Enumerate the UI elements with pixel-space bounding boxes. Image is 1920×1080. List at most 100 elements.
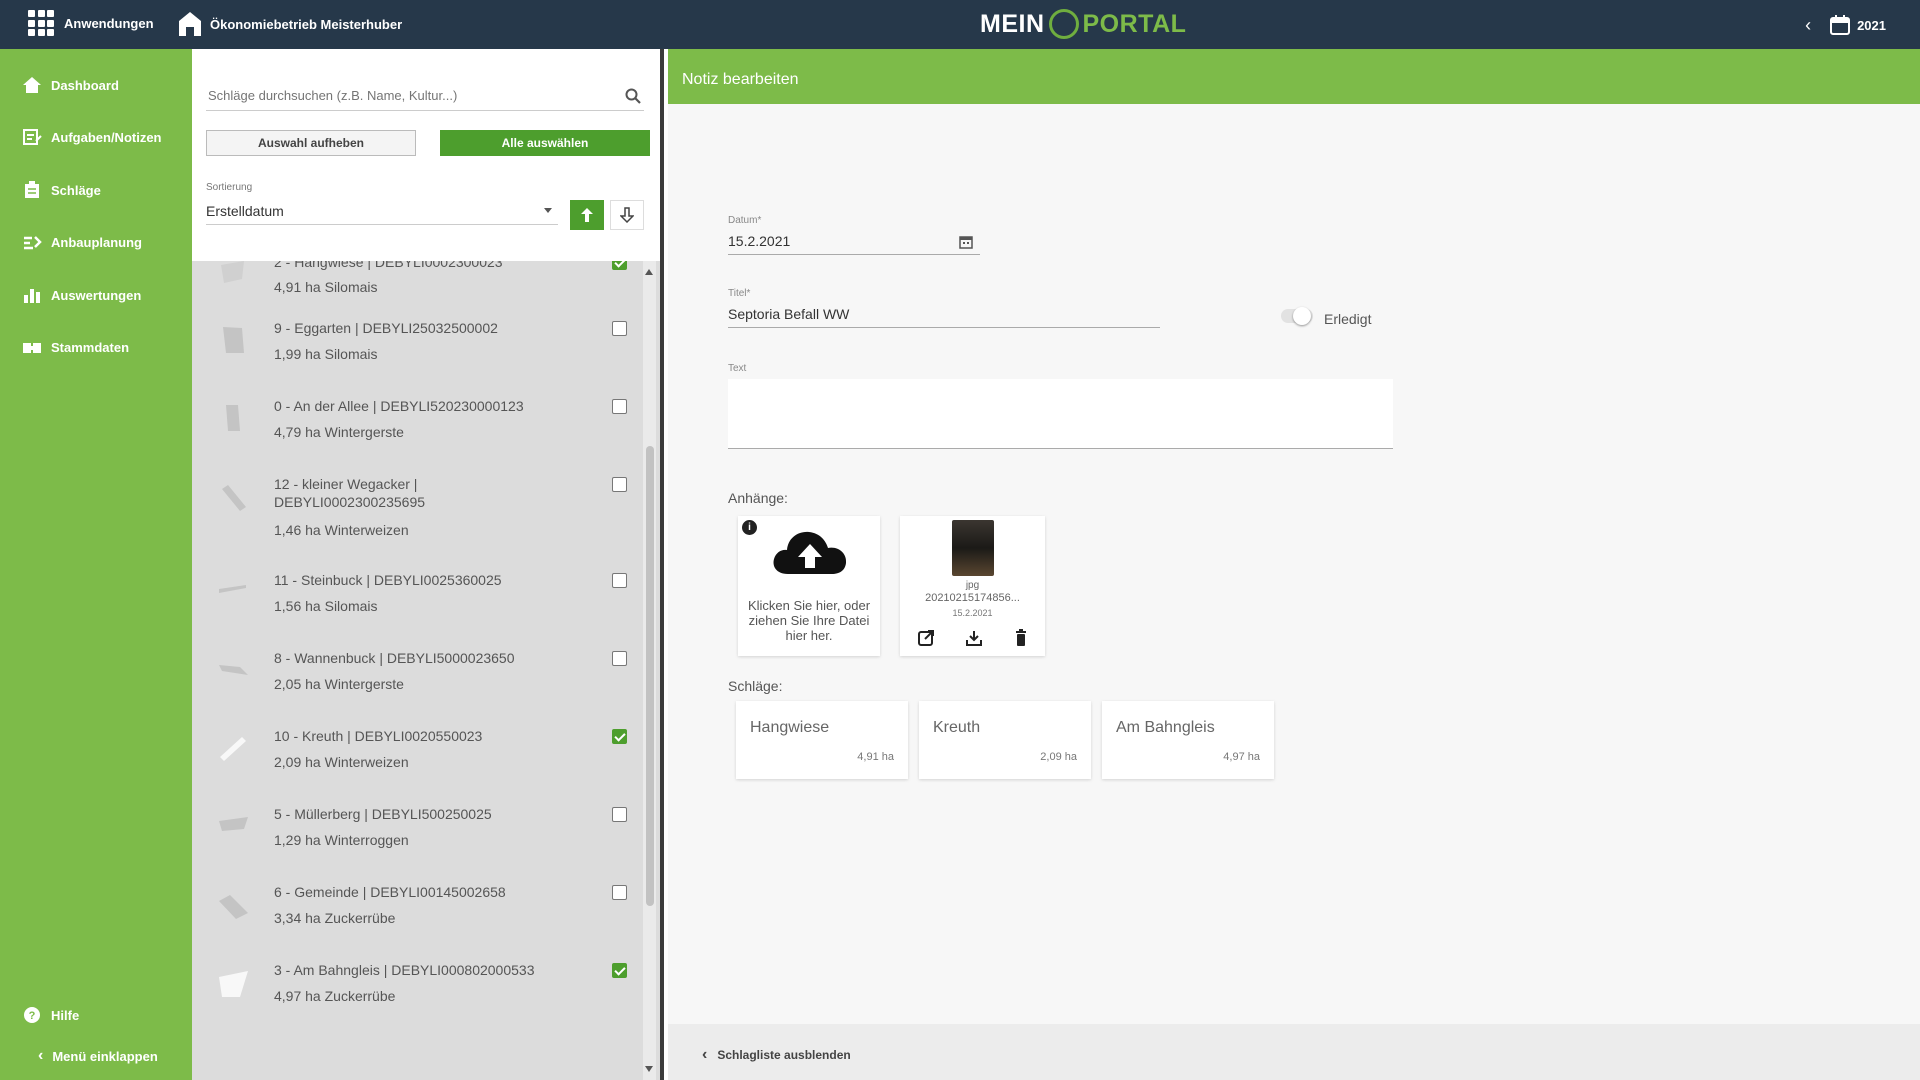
field-list-item[interactable]: 6 - Gemeinde | DEBYLI00145002658 3,34 ha… xyxy=(192,877,640,955)
field-list-item[interactable]: 10 - Kreuth | DEBYLI0020550023 2,09 ha W… xyxy=(192,721,640,799)
home-icon xyxy=(23,77,41,93)
field-list-item[interactable]: 9 - Eggarten | DEBYLI25032500002 1,99 ha… xyxy=(192,313,640,391)
field-list-item[interactable]: 0 - An der Allee | DEBYLI520230000123 4,… xyxy=(192,391,640,469)
sort-select[interactable]: Erstelldatum xyxy=(206,197,558,225)
field-name: 0 - An der Allee | DEBYLI520230000123 xyxy=(274,398,524,414)
assigned-field-card[interactable]: Kreuth 2,09 ha xyxy=(919,701,1091,779)
portal-logo: MEIN PORTAL xyxy=(980,9,1186,39)
field-search-input[interactable] xyxy=(208,88,608,103)
sort-descending-button[interactable] xyxy=(610,200,644,230)
field-list-item[interactable]: 8 - Wannenbuck | DEBYLI5000023650 2,05 h… xyxy=(192,643,640,721)
nav-item-tasks[interactable]: Aufgaben/Notizen xyxy=(22,127,162,147)
open-external-icon[interactable] xyxy=(916,628,936,648)
field-shape-icon xyxy=(219,665,248,675)
attachment-extension: jpg xyxy=(965,580,980,591)
farm-selector[interactable]: Ökonomiebetrieb Meisterhuber xyxy=(178,11,402,37)
field-area-crop: 1,56 ha Silomais xyxy=(274,598,378,614)
field-checkbox[interactable] xyxy=(612,399,627,414)
field-area-crop: 2,09 ha Winterweizen xyxy=(274,754,409,770)
field-list-item[interactable]: 2 - Hangwiese | DEBYLI0002300023 4,91 ha… xyxy=(192,261,640,313)
scroll-down-icon[interactable] xyxy=(645,1066,653,1072)
master-data-icon xyxy=(23,343,41,353)
nav-item-evaluations[interactable]: Auswertungen xyxy=(22,285,141,305)
date-field[interactable]: 15.2.2021 xyxy=(728,231,980,255)
field-name: 12 - kleiner Wegacker | DEBYLI0002300235… xyxy=(274,476,426,510)
nav-label: Auswertungen xyxy=(51,287,142,303)
field-checkbox[interactable] xyxy=(612,885,627,900)
field-checkbox[interactable] xyxy=(612,477,627,492)
clear-selection-button[interactable]: Auswahl aufheben xyxy=(206,130,416,156)
scrollbar-thumb[interactable] xyxy=(646,446,654,906)
sort-value: Erstelldatum xyxy=(206,202,284,219)
upload-dropzone[interactable]: i Klicken Sie hier, oder ziehen Sie Ihre… xyxy=(738,516,880,656)
farm-house-icon xyxy=(179,12,201,36)
assigned-field-area: 4,97 ha xyxy=(1223,751,1260,763)
year-label: 2021 xyxy=(1857,17,1886,33)
done-toggle[interactable] xyxy=(1281,307,1313,325)
field-list-scrollbar[interactable] xyxy=(643,261,656,1080)
nav-label: Stammdaten xyxy=(51,339,130,355)
date-value: 15.2.2021 xyxy=(728,233,791,249)
nav-label: Menü einklappen xyxy=(52,1048,158,1064)
info-icon[interactable]: i xyxy=(742,520,757,535)
field-name: 5 - Müllerberg | DEBYLI500250025 xyxy=(274,806,492,822)
field-area-crop: 1,46 ha Winterweizen xyxy=(274,522,409,538)
field-list-item[interactable]: 12 - kleiner Wegacker | DEBYLI0002300235… xyxy=(192,469,640,565)
assigned-field-card[interactable]: Hangwiese 4,91 ha xyxy=(736,701,908,779)
assigned-field-area: 4,91 ha xyxy=(857,751,894,763)
field-list-item[interactable]: 5 - Müllerberg | DEBYLI500250025 1,29 ha… xyxy=(192,799,640,877)
title-value: Septoria Befall WW xyxy=(728,306,850,322)
field-checkbox[interactable] xyxy=(612,807,627,822)
apps-grid-icon xyxy=(28,10,54,36)
upload-hint: Klicken Sie hier, oder ziehen Sie Ihre D… xyxy=(747,598,871,643)
field-shape-icon xyxy=(220,737,246,761)
fields-icon xyxy=(25,181,39,198)
nav-item-dashboard[interactable]: Dashboard xyxy=(22,75,119,95)
nav-item-fields[interactable]: Schläge xyxy=(22,180,101,200)
chevron-left-icon[interactable]: ‹ xyxy=(1805,15,1811,35)
field-area-crop: 3,34 ha Zuckerrübe xyxy=(274,910,396,926)
sort-ascending-button[interactable] xyxy=(570,200,604,230)
apps-menu-button[interactable]: Anwendungen xyxy=(28,10,154,36)
calendar-icon xyxy=(1830,15,1851,35)
trash-icon[interactable] xyxy=(1011,628,1031,648)
scroll-up-icon[interactable] xyxy=(645,269,653,275)
field-list-item[interactable]: 11 - Steinbuck | DEBYLI0025360025 1,56 h… xyxy=(192,565,640,643)
calendar-icon[interactable] xyxy=(958,234,974,250)
collapse-menu-button[interactable]: ‹ Menü einklappen xyxy=(38,1047,158,1065)
nav-item-help[interactable]: ? Hilfe xyxy=(22,1005,79,1025)
field-list-panel: Auswahl aufheben Alle auswählen Sortieru… xyxy=(192,49,664,1080)
attachment-date: 15.2.2021 xyxy=(952,608,993,618)
nav-item-master-data[interactable]: Stammdaten xyxy=(22,337,129,357)
year-selector[interactable]: 2021 xyxy=(1829,14,1886,36)
attachment-filename: 20210215174856... xyxy=(925,592,1020,604)
field-area-crop: 1,99 ha Silomais xyxy=(274,346,378,362)
assigned-field-area: 2,09 ha xyxy=(1040,751,1077,763)
field-shape-icon xyxy=(222,485,246,511)
text-input[interactable] xyxy=(728,379,1393,449)
field-name: 3 - Am Bahngleis | DEBYLI000802000533 xyxy=(274,962,535,978)
field-area-crop: 4,91 ha Silomais xyxy=(274,279,378,295)
field-checkbox[interactable] xyxy=(612,573,627,588)
assigned-field-card[interactable]: Am Bahngleis 4,97 ha xyxy=(1102,701,1274,779)
attachments-label: Anhänge: xyxy=(728,490,788,506)
attachment-thumbnail[interactable] xyxy=(952,520,994,576)
search-icon[interactable] xyxy=(624,87,642,105)
field-list-item[interactable]: 3 - Am Bahngleis | DEBYLI000802000533 4,… xyxy=(192,955,640,1033)
download-icon[interactable] xyxy=(964,628,984,648)
field-checkbox[interactable] xyxy=(612,963,627,978)
field-checkbox[interactable] xyxy=(612,729,627,744)
field-checkbox[interactable] xyxy=(612,651,627,666)
field-shape-icon xyxy=(226,405,240,431)
nav-item-planning[interactable]: Anbauplanung xyxy=(22,232,142,252)
hide-field-list-button[interactable]: ‹ Schlagliste ausblenden xyxy=(702,1046,851,1064)
title-field[interactable]: Septoria Befall WW xyxy=(728,304,1160,328)
field-checkbox[interactable] xyxy=(612,261,627,270)
nav-label: Hilfe xyxy=(51,1007,80,1023)
select-all-button[interactable]: Alle auswählen xyxy=(440,130,650,156)
page-title: Notiz bearbeiten xyxy=(668,49,1920,104)
field-checkbox[interactable] xyxy=(612,321,627,336)
apps-label: Anwendungen xyxy=(64,15,154,31)
field-shape-icon xyxy=(221,261,244,283)
field-area-crop: 1,29 ha Winterroggen xyxy=(274,832,409,848)
